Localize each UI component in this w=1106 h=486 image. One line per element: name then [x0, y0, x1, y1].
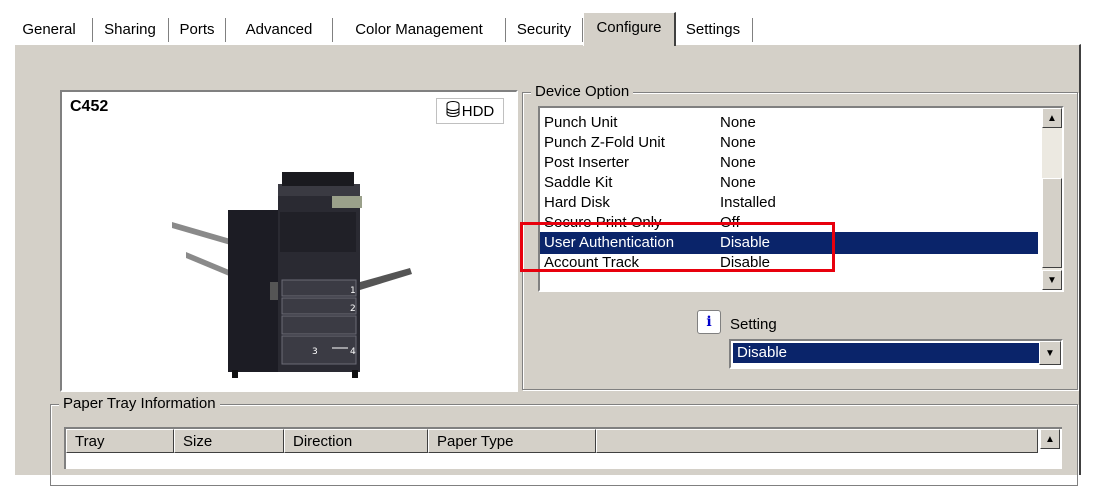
drawer-1	[281, 279, 357, 297]
scroll-up-button[interactable]: ▲	[1042, 108, 1062, 128]
option-value: None	[720, 174, 756, 191]
tray-number-4: 4	[350, 347, 356, 357]
list-item[interactable]: Punch Unit None	[540, 112, 1038, 134]
option-value: None	[720, 114, 756, 131]
option-name: Post Inserter	[544, 154, 630, 171]
list-item[interactable]: Post Inserter None	[540, 152, 1038, 174]
chevron-down-icon: ▼	[1045, 347, 1055, 359]
finisher-tray-lower	[186, 252, 234, 278]
option-name: Punch Z-Fold Unit	[544, 134, 665, 151]
list-item[interactable]: Saddle Kit None	[540, 172, 1038, 194]
list-item[interactable]: Hard Disk Installed	[540, 192, 1038, 214]
option-name: Saddle Kit	[544, 174, 613, 191]
tab-settings[interactable]: Settings	[674, 18, 753, 42]
tab-configure[interactable]: Configure	[583, 12, 676, 46]
tab-color-management[interactable]: Color Management	[333, 18, 506, 42]
tab-advanced[interactable]: Advanced	[226, 18, 333, 42]
tab-general[interactable]: General	[5, 18, 93, 42]
disk-stack-icon	[446, 101, 460, 121]
column-header-size[interactable]: Size	[174, 429, 284, 453]
scroll-down-button[interactable]: ▼	[1042, 270, 1062, 290]
info-glyph: i	[706, 314, 712, 330]
printer-illustration: 1 2 3 4	[172, 172, 412, 378]
list-scrollbar[interactable]: ▲ ▼	[1042, 108, 1062, 290]
list-item[interactable]: Punch Z-Fold Unit None	[540, 132, 1038, 154]
column-header-blank	[596, 429, 1038, 453]
column-header-tray[interactable]: Tray	[66, 429, 174, 453]
foot	[232, 370, 238, 378]
tab-strip: General Sharing Ports Advanced Color Man…	[0, 0, 1106, 48]
info-icon: i	[697, 310, 721, 334]
tray-number-1: 1	[350, 286, 356, 296]
option-value: Installed	[720, 194, 776, 211]
tray-number-2: 2	[350, 304, 356, 314]
model-name: C452	[70, 98, 109, 115]
device-option-title: Device Option	[531, 83, 634, 101]
option-name: Punch Unit	[544, 114, 618, 131]
drawer-4	[281, 335, 357, 365]
drawer-2	[281, 297, 357, 315]
column-header-direction[interactable]: Direction	[284, 429, 428, 453]
tray-number-3: 3	[312, 347, 318, 357]
hdd-indicator: HDD	[436, 98, 504, 124]
setting-value: Disable	[733, 343, 1041, 363]
setting-select[interactable]: Disable ▼	[729, 339, 1063, 369]
scroll-thumb[interactable]	[1042, 178, 1062, 268]
setting-label: Setting	[730, 316, 777, 333]
hdd-label: HDD	[461, 102, 495, 120]
finisher-tray-upper	[172, 222, 234, 246]
option-value: None	[720, 154, 756, 171]
option-value: None	[720, 134, 756, 151]
dropdown-button[interactable]: ▼	[1039, 341, 1061, 365]
drawer-3	[281, 315, 357, 335]
highlight-box	[520, 222, 835, 272]
tab-ports[interactable]: Ports	[169, 18, 226, 42]
tab-sharing[interactable]: Sharing	[92, 18, 169, 42]
triangle-down-icon: ▼	[1047, 274, 1057, 286]
bypass-tray	[360, 268, 412, 290]
table-scroll-up-button[interactable]: ▲	[1040, 429, 1060, 449]
output-area	[280, 212, 356, 252]
printer-preview: C452 HDD 1 2 3 4	[60, 90, 518, 392]
control-panel	[332, 196, 362, 208]
tab-security[interactable]: Security	[506, 18, 583, 42]
option-name: Hard Disk	[544, 194, 610, 211]
paper-tray-table[interactable]: Tray Size Direction Paper Type ▲	[64, 427, 1062, 469]
paper-tray-title: Paper Tray Information	[59, 395, 220, 413]
finisher-handle	[270, 282, 278, 300]
adf	[282, 172, 354, 186]
triangle-up-icon: ▲	[1045, 433, 1055, 445]
column-header-paper-type[interactable]: Paper Type	[428, 429, 596, 453]
foot	[352, 370, 358, 378]
triangle-up-icon: ▲	[1047, 112, 1057, 124]
